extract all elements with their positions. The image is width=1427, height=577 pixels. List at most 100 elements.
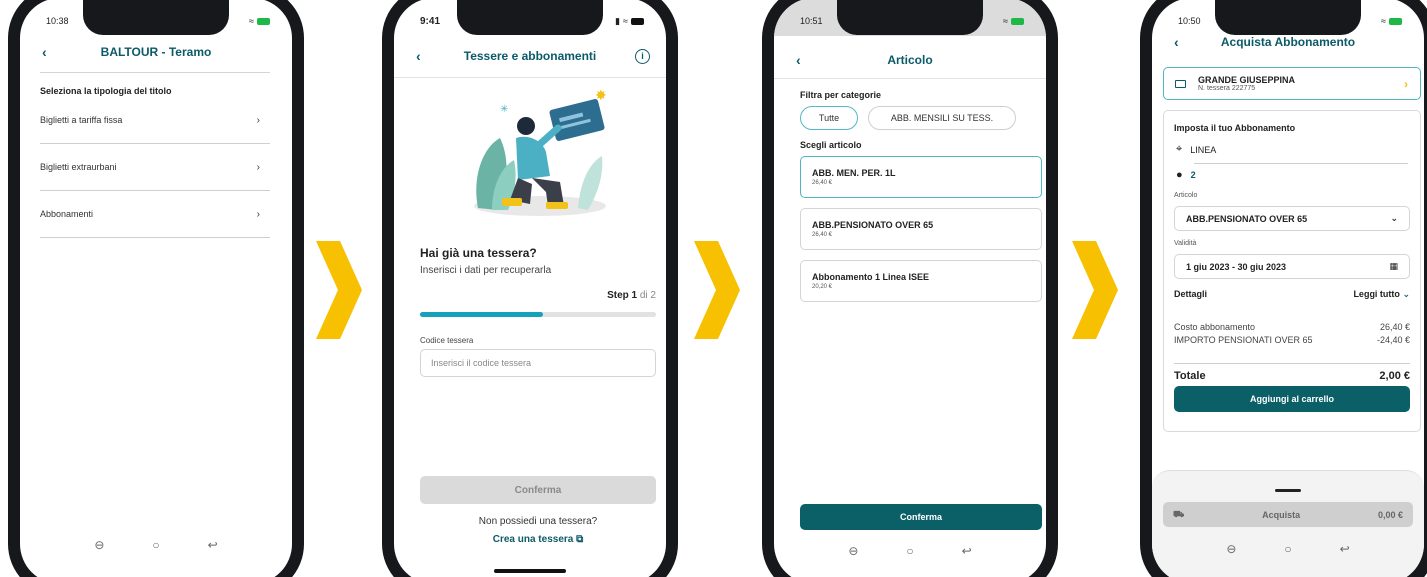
article-name: ABB.PENSIONATO OVER 65 [812,220,934,230]
step-arrow-icon [1072,241,1118,339]
status-time: 10:51 [800,16,823,26]
back-chevron-icon[interactable]: ‹ [42,44,47,60]
notch [457,0,603,35]
choose-heading: Scegli articolo [800,140,862,150]
validity-value: 1 giu 2023 - 30 giu 2023 [1186,261,1287,272]
back-icon[interactable]: ↩ [962,544,972,558]
article-select[interactable]: ABB.PENSIONATO OVER 65 ⌄ [1174,206,1410,231]
validity-picker[interactable]: 1 giu 2023 - 30 giu 2023 ▦ [1174,254,1410,279]
battery-icon [257,17,270,25]
article-name: ABB. MEN. PER. 1L [812,168,896,178]
question-heading: Hai già una tessera? [420,246,537,260]
chip-all[interactable]: Tutte [800,106,858,130]
article-card[interactable]: ABB. MEN. PER. 1L 26,40 € [800,156,1042,198]
back-chevron-icon[interactable]: ‹ [1174,34,1179,50]
details-label: Dettagli [1174,289,1208,299]
calendar-icon: ▦ [1389,261,1398,271]
status-time: 9:41 [420,15,441,27]
user-card[interactable]: GRANDE GIUSEPPINA N. tessera 222775 › [1163,67,1421,100]
total-row: Totale 2,00 € [1174,363,1410,382]
battery-icon [631,17,644,25]
card-code-input[interactable] [420,349,656,377]
no-card-text: Non possiedi una tessera? [478,516,598,527]
phone-frame-1: 10:38 ≈ ‹ BALTOUR - Teramo Seleziona la … [8,0,304,577]
article-name: Abbonamento 1 Linea ISEE [812,272,930,282]
user-name: GRANDE GIUSEPPINA [1198,75,1296,85]
cart-icon: ⛟ [1173,508,1185,519]
subtitle: Inserisci i dati per recuperarla [420,265,552,276]
wifi-icon: ≈ [1381,16,1386,26]
chevron-right-icon: › [256,161,260,173]
map-pin-icon: ● [1176,169,1183,181]
chevron-down-icon: ⌄ [1390,213,1398,223]
phone-frame-4: 10:50 ≈ ‹ Acquista Abbonamento GRANDE GI… [1140,0,1427,577]
chevron-right-icon: › [1404,76,1408,91]
home-indicator[interactable] [494,569,566,573]
header: ‹ Articolo [774,40,1046,80]
list-item-fixed-fare[interactable]: Biglietti a tariffa fissa › [40,97,270,144]
status-time: 10:38 [46,16,69,26]
add-to-cart-button[interactable]: Aggiungi al carrello [1174,386,1410,412]
back-icon[interactable]: ↩ [208,538,218,552]
divider [394,77,666,78]
screen-ticket-type: 10:38 ≈ ‹ BALTOUR - Teramo Seleziona la … [20,0,292,577]
page-title: Acquista Abbonamento [1220,35,1356,49]
signal-icon: ▮ [615,15,621,26]
list-item-label: Biglietti extraurbani [40,162,117,172]
list-item-extraurban[interactable]: Biglietti extraurbani › [40,144,270,191]
article-card[interactable]: Abbonamento 1 Linea ISEE 20,20 € [800,260,1042,302]
line-value: 2 [1190,170,1196,180]
discount-row: IMPORTO PENSIONATI OVER 65 -24,40 € [1174,335,1410,345]
back-chevron-icon[interactable]: ‹ [416,48,421,64]
cost-row: Costo abbonamento 26,40 € [1174,322,1410,332]
battery-icon [1011,17,1024,25]
battery-icon [1389,17,1402,25]
article-value: ABB.PENSIONATO OVER 65 [1186,213,1308,224]
chevron-right-icon: › [256,114,260,126]
create-card-label: Crea una tessera [492,534,574,545]
list-item-label: Abbonamenti [40,209,94,219]
buy-amount: 0,00 € [1377,509,1403,520]
svg-text:✳: ✳ [500,104,508,115]
progress-bar [420,312,656,317]
notch [837,0,983,35]
divider [1194,163,1408,164]
card-number: N. tessera 222775 [1198,85,1256,92]
create-card-link[interactable]: Crea una tessera ⧉ [420,534,656,545]
home-icon[interactable]: ○ [1284,542,1291,556]
recent-apps-icon[interactable]: ⊖ [848,544,858,558]
map-pin-outline-icon: ⌖ [1176,143,1183,155]
screen-buy-subscription: 10:50 ≈ ‹ Acquista Abbonamento GRANDE GI… [1152,0,1424,577]
sheet-handle[interactable] [1275,489,1301,492]
phone-frame-2: 9:41 ▮ ≈ ‹ Tessere e abbonamenti i ✸ ✳ H… [382,0,678,577]
screen-cards: 9:41 ▮ ≈ ‹ Tessere e abbonamenti i ✸ ✳ H… [394,0,666,577]
chip-monthly[interactable]: ABB. MENSILI SU TESS. [868,106,1016,130]
list-item-subscriptions[interactable]: Abbonamenti › [40,191,270,238]
validity-label: Validità [1174,240,1197,247]
filter-heading: Filtra per categorie [800,90,882,100]
line-value-row: ● 2 [1176,169,1196,181]
back-icon[interactable]: ↩ [1340,542,1350,556]
subscription-panel: Imposta il tuo Abbonamento ⌖ LINEA ● 2 Art… [1163,110,1421,432]
header: ‹ Tessere e abbonamenti i [394,36,666,76]
recent-apps-icon[interactable]: ⊖ [1226,542,1236,556]
home-icon[interactable]: ○ [152,538,159,552]
person-with-card-illustration: ✸ ✳ [474,88,607,216]
article-price: 26,40 € [812,232,833,238]
confirm-button[interactable]: Conferma [800,504,1042,530]
divider [40,72,270,73]
buy-button[interactable]: ⛟ Acquista 0,00 € [1163,502,1413,527]
buy-label: Acquista [1262,509,1301,520]
recent-apps-icon[interactable]: ⊖ [94,538,104,552]
info-icon[interactable]: i [635,48,650,64]
back-chevron-icon[interactable]: ‹ [796,52,801,68]
phone-frame-3: 10:51 ≈ ‹ Articolo Filtra per categorie … [762,0,1058,577]
read-all-link[interactable]: Leggi tutto ⌄ [1353,289,1410,300]
android-nav-bar: ⊖ ○ ↩ [1152,542,1424,556]
page-title: BALTOUR - Teramo [100,45,212,59]
section-heading: Seleziona la tipologia del titolo [40,86,172,96]
article-card[interactable]: ABB.PENSIONATO OVER 65 26,40 € [800,208,1042,250]
status-time: 10:50 [1178,16,1201,26]
home-icon[interactable]: ○ [906,544,913,558]
confirm-button[interactable]: Conferma [420,476,656,504]
